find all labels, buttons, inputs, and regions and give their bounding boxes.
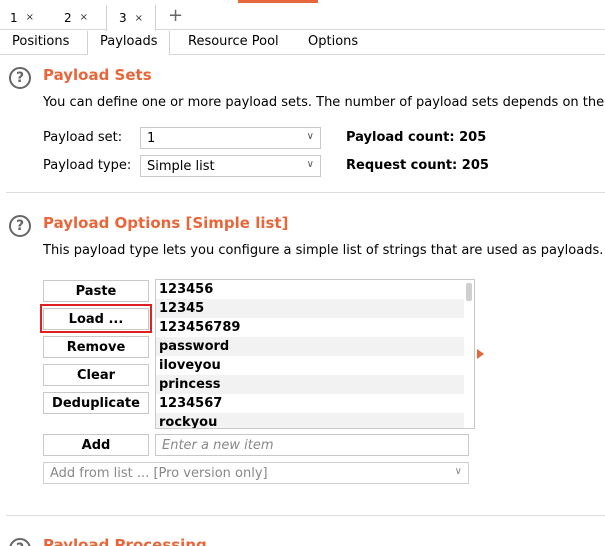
payload-processing-title: Payload Processing xyxy=(43,536,207,546)
close-icon[interactable]: × xyxy=(135,13,143,24)
list-scrollbar[interactable] xyxy=(466,283,472,301)
payload-type-select[interactable]: Simple list ∨ xyxy=(140,155,321,177)
payload-sets-title: Payload Sets xyxy=(43,66,152,84)
close-icon[interactable]: × xyxy=(80,12,88,23)
list-item[interactable]: 123456789 xyxy=(156,318,464,337)
list-item[interactable]: 12345 xyxy=(156,299,464,318)
list-item[interactable]: iloveyou xyxy=(156,356,464,375)
remove-button[interactable]: Remove xyxy=(43,336,149,358)
payload-set-label: Payload set: xyxy=(43,130,123,145)
paste-button[interactable]: Paste xyxy=(43,280,149,302)
help-icon[interactable]: ? xyxy=(9,538,31,546)
request-tab-1[interactable]: 1 × xyxy=(10,5,34,30)
tab-label: 3 xyxy=(119,11,127,25)
list-item[interactable]: princess xyxy=(156,375,464,394)
section-divider xyxy=(6,515,605,516)
tab-positions[interactable]: Positions xyxy=(12,34,69,49)
payload-count: Payload count: 205 xyxy=(346,130,487,145)
load-button-highlight xyxy=(40,304,152,333)
new-item-input[interactable]: Enter a new item xyxy=(155,434,469,456)
list-item[interactable]: 123456 xyxy=(156,280,464,299)
tab-options[interactable]: Options xyxy=(308,34,358,49)
request-count: Request count: 205 xyxy=(346,158,489,173)
tab-label: 1 xyxy=(10,10,18,25)
clear-button[interactable]: Clear xyxy=(43,364,149,386)
payload-set-value: 1 xyxy=(147,130,156,146)
section-divider xyxy=(6,192,605,193)
request-tab-bar: 1 × 2 × 3 × + xyxy=(0,0,605,31)
payload-type-value: Simple list xyxy=(147,158,215,174)
expand-arrow-icon[interactable] xyxy=(477,349,484,359)
request-tab-2[interactable]: 2 × xyxy=(64,5,88,30)
add-button[interactable]: Add xyxy=(43,434,149,456)
tab-label: 2 xyxy=(64,10,72,25)
chevron-down-icon: ∨ xyxy=(306,159,314,170)
list-item[interactable]: rockyou xyxy=(156,413,464,428)
payload-set-select[interactable]: 1 ∨ xyxy=(140,127,321,149)
help-icon[interactable]: ? xyxy=(9,67,31,89)
active-indicator xyxy=(238,0,318,3)
add-from-list-select: Add from list ... [Pro version only] ∨ xyxy=(43,462,469,484)
add-from-list-label: Add from list ... [Pro version only] xyxy=(50,465,268,481)
add-tab-icon[interactable]: + xyxy=(168,6,183,26)
payload-list[interactable]: 123456 12345 123456789 password iloveyou… xyxy=(155,279,475,429)
list-item[interactable]: password xyxy=(156,337,464,356)
tab-payloads[interactable]: Payloads xyxy=(87,31,171,55)
request-tab-3[interactable]: 3 × xyxy=(106,5,157,31)
deduplicate-button[interactable]: Deduplicate xyxy=(43,392,149,414)
list-item[interactable]: 1234567 xyxy=(156,394,464,413)
close-icon[interactable]: × xyxy=(26,12,34,23)
chevron-down-icon: ∨ xyxy=(306,131,314,142)
payload-options-description: This payload type lets you configure a s… xyxy=(43,243,604,258)
help-icon[interactable]: ? xyxy=(9,215,31,237)
chevron-down-icon: ∨ xyxy=(454,466,462,477)
payload-type-label: Payload type: xyxy=(43,158,132,173)
payload-options-title: Payload Options [Simple list] xyxy=(43,214,289,232)
payload-sets-description: You can define one or more payload sets.… xyxy=(43,95,605,110)
sub-tab-bar: Positions Payloads Resource Pool Options xyxy=(0,31,605,55)
tab-resource-pool[interactable]: Resource Pool xyxy=(188,34,279,49)
